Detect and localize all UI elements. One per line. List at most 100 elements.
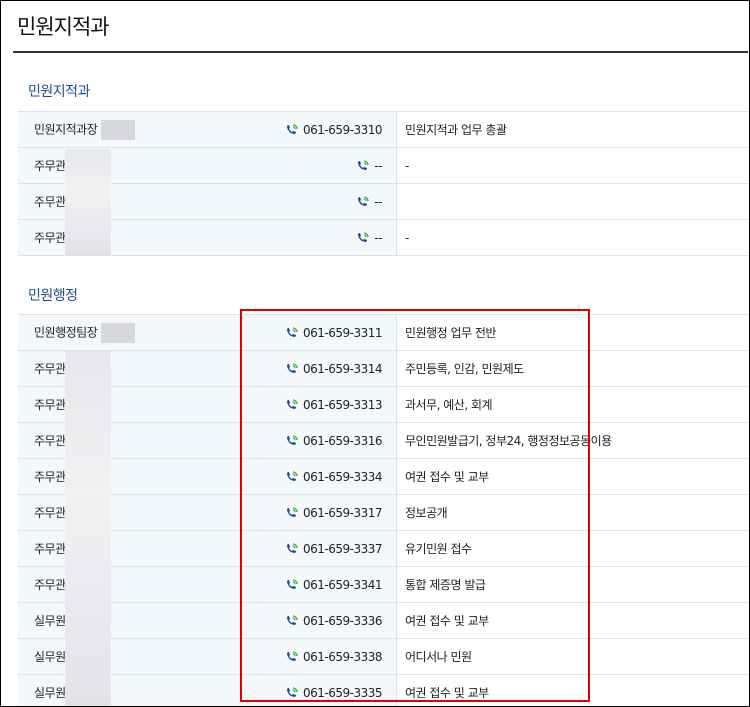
staff-name: 실무원 [34,614,66,628]
duty-cell: 과서무, 예산, 회계 [396,386,749,423]
phone-number[interactable]: 061-659-3334 [303,470,383,484]
phone-icon [285,651,299,663]
phone-number[interactable]: 061-659-3314 [303,362,383,376]
duty-text: 어디서나 민원 [405,650,472,664]
phone-cell: 061-659-3314 [254,350,397,387]
redacted-names-block [65,149,111,255]
duty-text: 정보공개 [405,506,448,520]
phone-cell: 061-659-3337 [254,530,397,567]
phone-number[interactable]: 061-659-3341 [303,578,383,592]
duty-text: 주민등록, 인감, 민원제도 [405,362,524,376]
phone-number[interactable]: -- [374,195,382,209]
phone-number[interactable]: 061-659-3311 [303,326,383,340]
page-frame: 민원지적과 민원지적과 민원지적과장 061-659-3310 민원지적과 업무 총… [0,0,750,707]
phone-icon [285,615,299,627]
duty-cell: 유기민원 접수 [396,530,749,567]
phone-number[interactable]: 061-659-3337 [303,542,383,556]
phone-cell: 061-659-3316 [254,422,397,459]
phone-cell: -- [254,183,397,220]
phone-cell: 061-659-3336 [254,602,397,639]
staff-row: 민원지적과장 061-659-3310 민원지적과 업무 총괄 [18,111,749,148]
phone-number[interactable]: -- [374,231,382,245]
staff-name-cell: 실무원 [18,638,254,675]
duty-cell: 민원지적과 업무 총괄 [396,111,749,148]
staff-name-cell: 주무관 [18,458,254,495]
phone-number[interactable]: 061-659-3313 [303,398,383,412]
duty-cell: 통합 제증명 발급 [396,566,749,603]
phone-number[interactable]: 061-659-3335 [303,686,383,700]
phone-icon [285,471,299,483]
staff-name: 주무관 [34,578,66,592]
staff-name-cell: 주무관 [18,219,254,256]
staff-name-cell: 주무관 [18,350,254,387]
staff-name-cell: 주무관 [18,566,254,603]
phone-icon [285,399,299,411]
duty-text: 유기민원 접수 [405,542,472,556]
staff-row: 주무관 061-659-3337 유기민원 접수 [18,530,749,567]
staff-row: 주무관 061-659-3317 정보공개 [18,494,749,531]
staff-row: 민원행정팀장 061-659-3311 민원행정 업무 전반 [18,314,749,351]
duty-text: 무인민원발급기, 정부24, 행정정보공동이용 [405,434,612,448]
duty-text: 과서무, 예산, 회계 [405,398,493,412]
staff-row: 주무관 -- - [18,219,749,256]
staff-table-civil-admin: 민원행정팀장 061-659-3311 민원행정 업무 전반 주무관 061-659-3… [18,314,749,706]
staff-name-cell: 주무관 [18,422,254,459]
staff-name: 실무원 [34,650,66,664]
duty-text: 여권 접수 및 교부 [405,686,489,700]
staff-row: 주무관 -- [18,183,749,220]
staff-name: 민원지적과장 [34,122,98,136]
staff-row: 실무원 061-659-3336 여권 접수 및 교부 [18,602,749,639]
redacted-name [101,119,136,140]
staff-name: 주무관 [34,434,66,448]
phone-icon [285,687,299,699]
phone-icon [285,507,299,519]
phone-number[interactable]: 061-659-3338 [303,650,383,664]
phone-icon [285,327,299,339]
phone-number[interactable]: 061-659-3316 [303,434,383,448]
staff-name-cell: 민원지적과장 [18,111,254,148]
section-heading-civil-admin: 민원행정 [28,288,78,304]
duty-cell: 무인민원발급기, 정부24, 행정정보공동이용 [396,422,749,459]
phone-cell: -- [254,219,397,256]
staff-name: 주무관 [34,195,66,209]
staff-row: 주무관 061-659-3313 과서무, 예산, 회계 [18,386,749,423]
duty-cell: - [396,147,749,184]
phone-cell: 061-659-3311 [254,314,397,351]
duty-text: 여권 접수 및 교부 [405,470,489,484]
duty-cell: 여권 접수 및 교부 [396,458,749,495]
phone-icon [285,543,299,555]
duty-text: - [405,230,409,245]
phone-number[interactable]: 061-659-3310 [303,123,383,137]
staff-name: 주무관 [34,362,66,376]
phone-icon [285,124,299,136]
phone-icon [356,232,370,244]
phone-number[interactable]: 061-659-3317 [303,506,383,520]
staff-name: 주무관 [34,470,66,484]
staff-table-civil-cadastral: 민원지적과장 061-659-3310 민원지적과 업무 총괄 주무관 -- - 주무관 --… [18,111,749,256]
staff-name: 민원행정팀장 [34,325,98,339]
duty-cell: - [396,219,749,256]
duty-cell [396,183,749,220]
phone-icon [285,579,299,591]
staff-name-cell: 주무관 [18,386,254,423]
phone-icon [285,435,299,447]
phone-cell: -- [254,147,397,184]
title-divider [13,51,748,53]
phone-cell: 061-659-3335 [254,674,397,706]
phone-number[interactable]: 061-659-3336 [303,614,383,628]
section-heading-civil-cadastral: 민원지적과 [28,84,90,100]
duty-cell: 여권 접수 및 교부 [396,602,749,639]
phone-icon [356,196,370,208]
redacted-names-block [65,351,111,706]
staff-name-cell: 실무원 [18,674,254,706]
staff-name-cell: 주무관 [18,183,254,220]
phone-cell: 061-659-3334 [254,458,397,495]
staff-name-cell: 실무원 [18,602,254,639]
staff-name: 주무관 [34,542,66,556]
page-title: 민원지적과 [17,15,110,39]
phone-number[interactable]: -- [374,159,382,173]
staff-row: 실무원 061-659-3338 어디서나 민원 [18,638,749,675]
staff-row: 주무관 061-659-3341 통합 제증명 발급 [18,566,749,603]
phone-icon [285,363,299,375]
staff-name-cell: 주무관 [18,530,254,567]
